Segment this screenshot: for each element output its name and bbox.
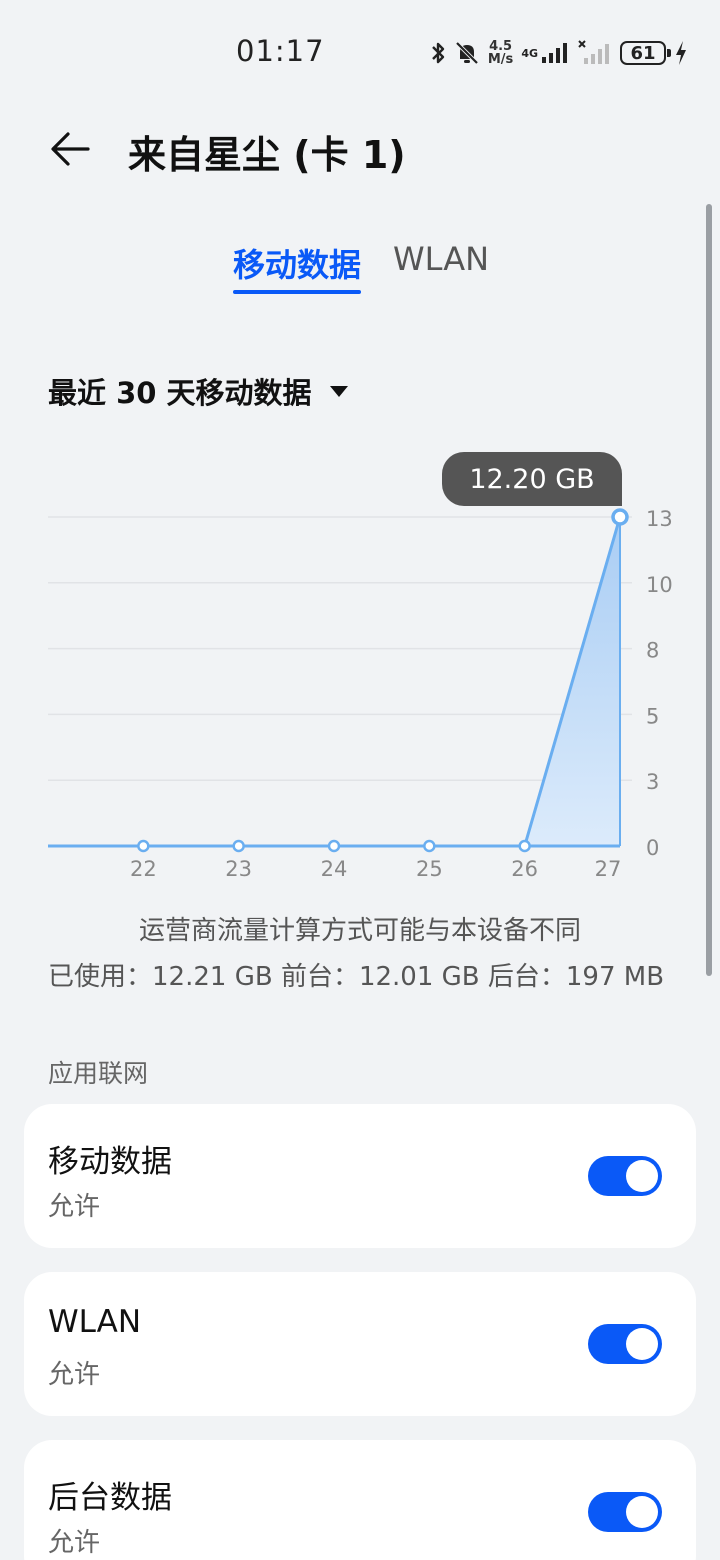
card-wlan[interactable]: WLAN 允许: [24, 1272, 696, 1416]
chart-point: [232, 839, 245, 853]
card-title: 后台数据: [48, 1480, 172, 1516]
wlan-toggle[interactable]: [588, 1324, 662, 1364]
page-title: 来自星尘 (卡 1): [128, 133, 406, 177]
x-tick-label: 27: [595, 857, 622, 881]
status-icons: 4.5 M/s 4G 61: [430, 36, 688, 70]
usage-summary: 已使用：12.21 GB 前台：12.01 GB 后台：197 MB: [48, 962, 665, 992]
range-label: 最近 30 天移动数据: [48, 376, 312, 410]
card-subtitle: 允许: [48, 1528, 101, 1558]
y-tick-label: 10: [646, 573, 673, 597]
carrier-note: 运营商流量计算方式可能与本设备不同: [138, 916, 581, 946]
card-title: 移动数据: [48, 1144, 172, 1180]
card-title: WLAN: [48, 1304, 142, 1340]
x-tick-label: 24: [321, 857, 348, 881]
x-tick-label: 23: [225, 857, 252, 881]
chart-point: [327, 839, 341, 853]
back-button[interactable]: [40, 124, 100, 174]
scrollbar[interactable]: [706, 204, 712, 976]
net-speed-unit: M/s: [487, 52, 514, 67]
no-signal-icon: [578, 40, 612, 66]
mute-bell-icon: [454, 40, 480, 66]
background-data-toggle[interactable]: [588, 1492, 662, 1532]
y-tick-label: 5: [646, 704, 659, 728]
x-tick-label: 26: [511, 857, 538, 881]
chart-point: [137, 839, 150, 853]
toggle-knob: [626, 1160, 658, 1192]
signal-icon: 4G: [521, 41, 570, 65]
battery-icon: 61: [620, 41, 671, 65]
chart-tooltip: 12.20 GB: [442, 452, 622, 506]
chart-point: [611, 508, 629, 526]
net-speed: 4.5 M/s: [488, 40, 513, 66]
tab-active-indicator: [233, 290, 361, 294]
tab-wlan[interactable]: WLAN: [393, 240, 489, 278]
charging-icon: [674, 40, 688, 66]
dropdown-triangle-icon: [329, 386, 348, 397]
y-tick-label: 8: [646, 639, 659, 663]
card-subtitle: 允许: [48, 1192, 101, 1222]
range-selector[interactable]: 最近 30 天移动数据: [48, 370, 350, 412]
chart-svg: 13 10 8 5 3 0 22 23 24 25 26 27: [48, 507, 673, 881]
section-label: 应用联网: [48, 1059, 149, 1088]
header: 来自星尘 (卡 1): [0, 110, 720, 190]
card-subtitle: 允许: [48, 1360, 101, 1390]
usage-chart: 13 10 8 5 3 0 22 23 24 25 26 27 12.20 GB: [0, 440, 720, 890]
chart-area-fill: [48, 517, 620, 846]
battery-level: 61: [630, 42, 656, 64]
x-tick-label: 22: [130, 857, 157, 881]
chart-point: [518, 839, 531, 853]
y-tick-label: 13: [646, 507, 673, 531]
status-time: 01:17: [236, 34, 325, 68]
chart-series-line: [48, 516, 622, 848]
toggle-knob: [626, 1496, 658, 1528]
network-type: 4G: [521, 46, 538, 60]
back-arrow-icon: [51, 132, 90, 166]
tab-bar: 移动数据 WLAN: [0, 240, 720, 300]
tab-mobile-data[interactable]: 移动数据: [233, 240, 361, 286]
card-mobile-data[interactable]: 移动数据 允许: [24, 1104, 696, 1248]
y-tick-label: 0: [646, 836, 659, 860]
y-tick-label: 3: [646, 770, 659, 794]
x-tick-label: 25: [416, 857, 443, 881]
mobile-data-toggle[interactable]: [588, 1156, 662, 1196]
status-bar: 01:17 4.5 M/s 4G 61: [0, 0, 720, 100]
chart-point: [423, 839, 436, 853]
bluetooth-icon: [430, 40, 446, 66]
toggle-knob: [626, 1328, 658, 1360]
card-background-data[interactable]: 后台数据 允许: [24, 1440, 696, 1560]
